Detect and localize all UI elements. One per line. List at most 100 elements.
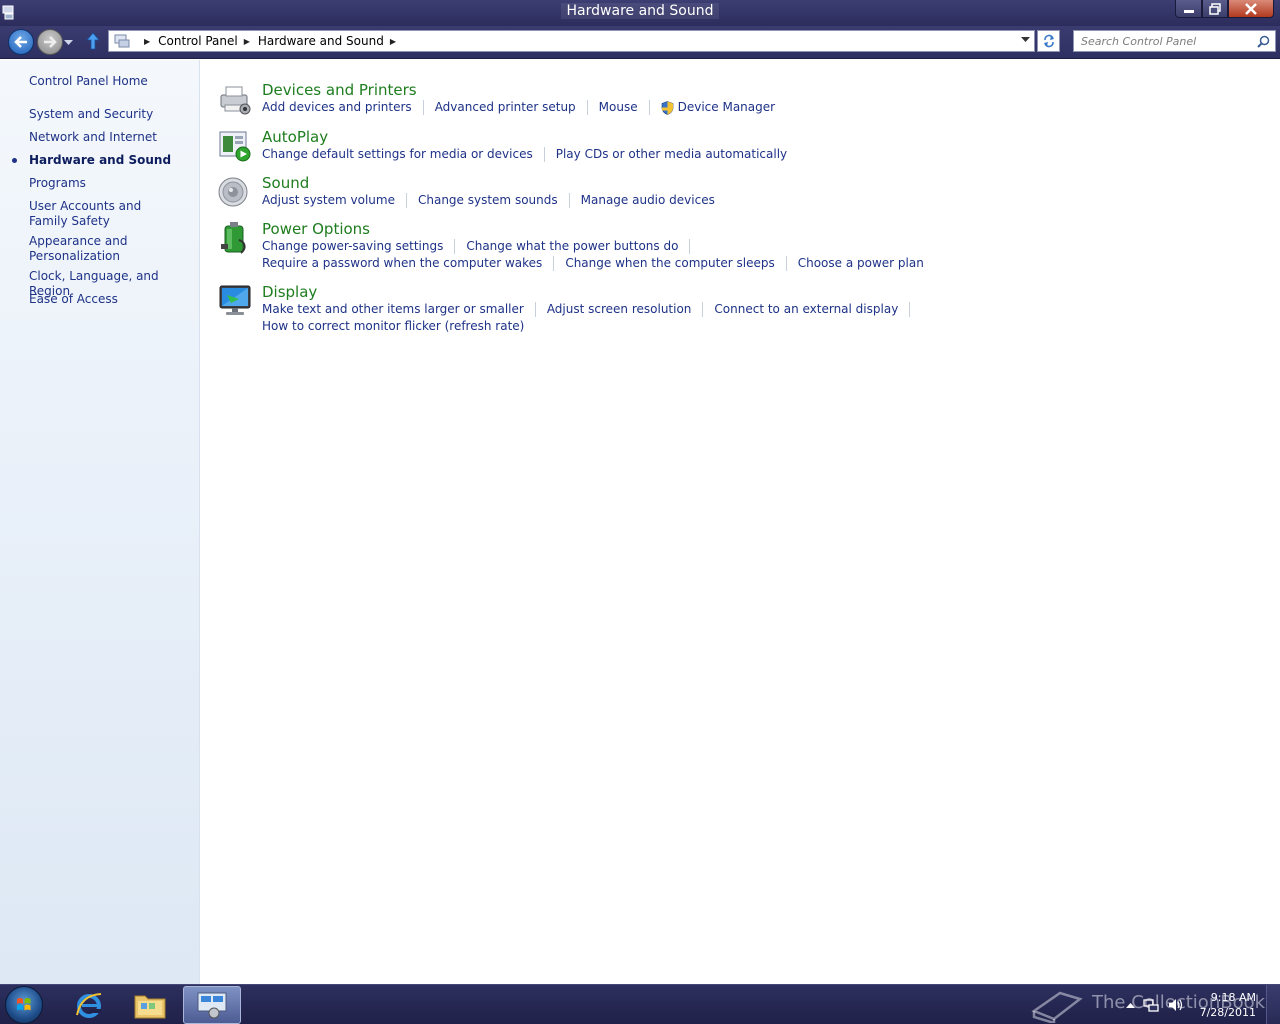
- add-devices-link[interactable]: Add devices and printers: [262, 100, 412, 115]
- adjust-system-volume-link[interactable]: Adjust system volume: [262, 193, 395, 208]
- link-separator: [568, 193, 570, 208]
- devices-and-printers-heading[interactable]: Devices and Printers: [262, 81, 417, 99]
- window-title: Hardware and Sound: [560, 3, 720, 19]
- link-separator: [553, 256, 555, 271]
- close-icon: [1245, 2, 1257, 15]
- sound-heading[interactable]: Sound: [262, 174, 309, 192]
- taskbar-internet-explorer[interactable]: [60, 986, 118, 1024]
- breadcrumb: ▶ Control Panel ▶ Hardware and Sound ▶: [138, 34, 404, 48]
- internet-explorer-icon: [76, 993, 102, 1018]
- current-item-bullet-icon: [12, 158, 17, 163]
- volume-icon[interactable]: [1167, 997, 1185, 1013]
- navigation-pane: Control Panel Home System and Security N…: [0, 60, 200, 984]
- advanced-printer-setup-link[interactable]: Advanced printer setup: [435, 100, 576, 115]
- network-icon[interactable]: [1143, 997, 1159, 1013]
- require-password-on-wake-link[interactable]: Require a password when the computer wak…: [262, 256, 542, 271]
- taskbar: The CollectionBook 9:18 AM 7/28/2011: [0, 984, 1280, 1024]
- address-dropdown-icon[interactable]: [1021, 37, 1030, 43]
- link-separator: [785, 256, 787, 271]
- mouse-link[interactable]: Mouse: [599, 100, 638, 115]
- show-desktop-button[interactable]: [1266, 985, 1280, 1024]
- autoplay-heading[interactable]: AutoPlay: [262, 128, 328, 146]
- link-separator: [422, 100, 424, 115]
- minimize-button[interactable]: [1175, 0, 1202, 18]
- folder-icon: [134, 995, 166, 1019]
- restore-button[interactable]: [1202, 0, 1228, 18]
- choose-power-plan-link[interactable]: Choose a power plan: [798, 256, 924, 271]
- close-button[interactable]: [1228, 0, 1274, 18]
- sidebar-item-user-accounts[interactable]: User Accounts and Family Safety: [29, 199, 179, 229]
- clock-time: 9:18 AM: [1210, 991, 1256, 1004]
- sidebar-item-control-panel-home[interactable]: Control Panel Home: [29, 74, 148, 89]
- refresh-icon: [1043, 34, 1054, 48]
- battery-icon[interactable]: [217, 220, 253, 256]
- breadcrumb-hardware-and-sound[interactable]: Hardware and Sound: [258, 34, 384, 48]
- windows-logo-icon: [17, 998, 31, 1011]
- monitor-icon[interactable]: [217, 283, 253, 319]
- link-separator: [586, 100, 588, 115]
- breadcrumb-control-panel[interactable]: Control Panel: [158, 34, 238, 48]
- link-separator: [543, 147, 545, 162]
- breadcrumb-separator-icon[interactable]: ▶: [144, 37, 150, 46]
- link-separator: [702, 302, 704, 317]
- link-separator: [689, 239, 691, 254]
- link-separator: [909, 302, 911, 317]
- link-separator: [454, 239, 456, 254]
- content-pane: Devices and Printers Add devices and pri…: [201, 60, 1280, 984]
- search-box[interactable]: [1073, 30, 1276, 52]
- sidebar-item-appearance[interactable]: Appearance and Personalization: [29, 234, 129, 264]
- power-options-heading[interactable]: Power Options: [262, 220, 370, 238]
- breadcrumb-separator-icon[interactable]: ▶: [390, 37, 396, 46]
- search-icon[interactable]: [1257, 35, 1270, 48]
- forward-button[interactable]: [37, 29, 63, 55]
- control-panel-icon: [114, 34, 130, 48]
- sidebar-item-system-and-security[interactable]: System and Security: [29, 107, 153, 122]
- device-manager-link[interactable]: Device Manager: [678, 100, 775, 115]
- link-separator: [648, 100, 650, 115]
- minimize-icon: [1183, 9, 1194, 13]
- autoplay-icon[interactable]: [217, 128, 253, 164]
- recent-pages-dropdown-icon[interactable]: [64, 40, 73, 46]
- taskbar-control-panel[interactable]: [183, 986, 241, 1024]
- show-hidden-icons-icon[interactable]: [1126, 1002, 1135, 1009]
- link-separator: [405, 193, 407, 208]
- change-system-sounds-link[interactable]: Change system sounds: [418, 193, 558, 208]
- up-arrow-icon[interactable]: [86, 32, 100, 50]
- clock[interactable]: 9:18 AM 7/28/2011: [1200, 990, 1256, 1020]
- notification-area: [1126, 997, 1185, 1013]
- clock-date: 7/28/2011: [1199, 1006, 1256, 1019]
- start-button[interactable]: [5, 986, 43, 1024]
- change-when-computer-sleeps-link[interactable]: Change when the computer sleeps: [565, 256, 774, 271]
- sidebar-item-programs[interactable]: Programs: [29, 176, 86, 191]
- adjust-screen-resolution-link[interactable]: Adjust screen resolution: [547, 302, 692, 317]
- play-cds-automatically-link[interactable]: Play CDs or other media automatically: [556, 147, 787, 162]
- connect-external-display-link[interactable]: Connect to an external display: [714, 302, 898, 317]
- display-heading[interactable]: Display: [262, 283, 317, 301]
- book-logo-icon: [1031, 991, 1083, 1023]
- change-power-saving-settings-link[interactable]: Change power-saving settings: [262, 239, 443, 254]
- back-arrow-icon: [14, 36, 27, 48]
- make-text-larger-link[interactable]: Make text and other items larger or smal…: [262, 302, 524, 317]
- refresh-button[interactable]: [1037, 30, 1060, 52]
- change-default-media-settings-link[interactable]: Change default settings for media or dev…: [262, 147, 533, 162]
- title-bar: Hardware and Sound: [0, 0, 1280, 26]
- manage-audio-devices-link[interactable]: Manage audio devices: [581, 193, 715, 208]
- monitor-flicker-help-link[interactable]: How to correct monitor flicker (refresh …: [262, 319, 524, 334]
- speaker-icon[interactable]: [217, 174, 253, 210]
- printer-icon[interactable]: [217, 81, 253, 117]
- link-separator: [534, 302, 536, 317]
- uac-shield-icon: [661, 100, 673, 115]
- navigation-bar: ▶ Control Panel ▶ Hardware and Sound ▶: [0, 26, 1280, 59]
- back-button[interactable]: [8, 29, 34, 55]
- breadcrumb-separator-icon[interactable]: ▶: [244, 37, 250, 46]
- taskbar-file-explorer[interactable]: [121, 986, 179, 1024]
- sidebar-item-ease-of-access[interactable]: Ease of Access: [29, 292, 118, 307]
- sidebar-item-hardware-and-sound[interactable]: Hardware and Sound: [29, 153, 171, 168]
- search-input[interactable]: [1074, 34, 1250, 48]
- control-panel-icon: [197, 992, 227, 1019]
- address-bar[interactable]: ▶ Control Panel ▶ Hardware and Sound ▶: [108, 30, 1035, 52]
- forward-arrow-icon: [44, 36, 57, 48]
- restore-icon: [1209, 2, 1221, 15]
- change-power-buttons-link[interactable]: Change what the power buttons do: [466, 239, 678, 254]
- sidebar-item-network-and-internet[interactable]: Network and Internet: [29, 130, 157, 145]
